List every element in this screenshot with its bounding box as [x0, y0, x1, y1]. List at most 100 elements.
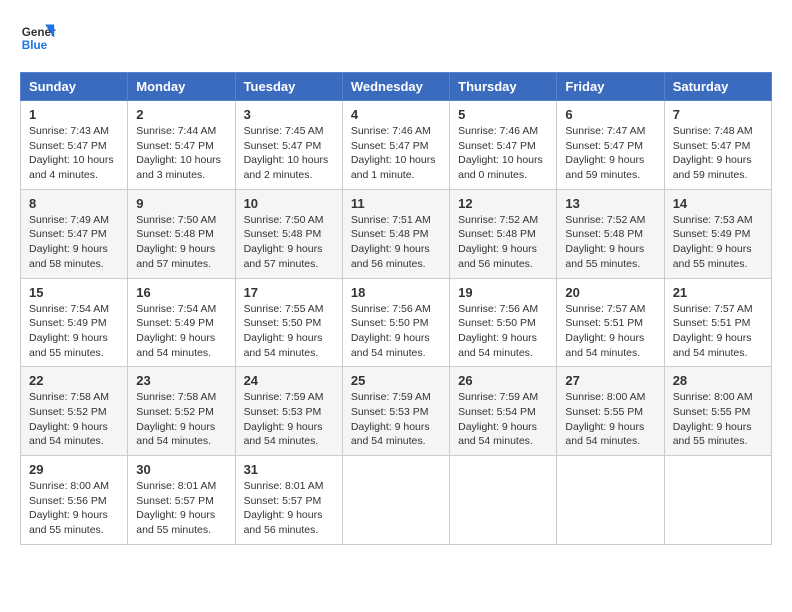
day-number: 25	[351, 373, 441, 388]
day-of-week-header: Tuesday	[235, 73, 342, 101]
day-number: 8	[29, 196, 119, 211]
calendar-cell: 20 Sunrise: 7:57 AMSunset: 5:51 PMDayligh…	[557, 278, 664, 367]
calendar-cell: 8 Sunrise: 7:49 AMSunset: 5:47 PMDaylight…	[21, 189, 128, 278]
calendar-cell: 1 Sunrise: 7:43 AMSunset: 5:47 PMDaylight…	[21, 101, 128, 190]
cell-details: Sunrise: 7:58 AMSunset: 5:52 PMDaylight:…	[136, 390, 226, 449]
calendar-cell: 6 Sunrise: 7:47 AMSunset: 5:47 PMDaylight…	[557, 101, 664, 190]
day-number: 7	[673, 107, 763, 122]
cell-details: Sunrise: 7:54 AMSunset: 5:49 PMDaylight:…	[29, 302, 119, 361]
cell-details: Sunrise: 7:50 AMSunset: 5:48 PMDaylight:…	[136, 213, 226, 272]
day-number: 13	[565, 196, 655, 211]
calendar-cell: 30 Sunrise: 8:01 AMSunset: 5:57 PMDayligh…	[128, 456, 235, 545]
cell-details: Sunrise: 7:51 AMSunset: 5:48 PMDaylight:…	[351, 213, 441, 272]
calendar-cell	[557, 456, 664, 545]
calendar-cell: 29 Sunrise: 8:00 AMSunset: 5:56 PMDayligh…	[21, 456, 128, 545]
day-number: 10	[244, 196, 334, 211]
calendar-week-row: 29 Sunrise: 8:00 AMSunset: 5:56 PMDayligh…	[21, 456, 772, 545]
cell-details: Sunrise: 7:56 AMSunset: 5:50 PMDaylight:…	[458, 302, 548, 361]
calendar-cell: 25Sunrise: 7:59 AMSunset: 5:53 PMDayligh…	[342, 367, 449, 456]
calendar-cell: 7 Sunrise: 7:48 AMSunset: 5:47 PMDaylight…	[664, 101, 771, 190]
cell-details: Sunrise: 7:46 AMSunset: 5:47 PMDaylight:…	[351, 124, 441, 183]
day-of-week-header: Saturday	[664, 73, 771, 101]
calendar-week-row: 15 Sunrise: 7:54 AMSunset: 5:49 PMDayligh…	[21, 278, 772, 367]
cell-details: Sunrise: 7:46 AMSunset: 5:47 PMDaylight:…	[458, 124, 548, 183]
page-header: General Blue	[20, 20, 772, 56]
cell-details: Sunrise: 7:57 AMSunset: 5:51 PMDaylight:…	[673, 302, 763, 361]
calendar-cell: 17 Sunrise: 7:55 AMSunset: 5:50 PMDayligh…	[235, 278, 342, 367]
calendar-cell: 16Sunrise: 7:54 AMSunset: 5:49 PMDayligh…	[128, 278, 235, 367]
day-number: 19	[458, 285, 548, 300]
calendar-cell: 22 Sunrise: 7:58 AMSunset: 5:52 PMDayligh…	[21, 367, 128, 456]
cell-details: Sunrise: 7:56 AMSunset: 5:50 PMDaylight:…	[351, 302, 441, 361]
calendar-cell: 9 Sunrise: 7:50 AMSunset: 5:48 PMDaylight…	[128, 189, 235, 278]
logo: General Blue	[20, 20, 56, 56]
cell-details: Sunrise: 7:47 AMSunset: 5:47 PMDaylight:…	[565, 124, 655, 183]
cell-details: Sunrise: 7:43 AMSunset: 5:47 PMDaylight:…	[29, 124, 119, 183]
day-number: 27	[565, 373, 655, 388]
day-number: 17	[244, 285, 334, 300]
day-number: 9	[136, 196, 226, 211]
day-number: 26	[458, 373, 548, 388]
logo-icon: General Blue	[20, 20, 56, 56]
day-number: 21	[673, 285, 763, 300]
day-of-week-header: Monday	[128, 73, 235, 101]
calendar-cell: 3 Sunrise: 7:45 AMSunset: 5:47 PMDaylight…	[235, 101, 342, 190]
cell-details: Sunrise: 7:50 AMSunset: 5:48 PMDaylight:…	[244, 213, 334, 272]
day-number: 6	[565, 107, 655, 122]
day-number: 3	[244, 107, 334, 122]
cell-details: Sunrise: 7:48 AMSunset: 5:47 PMDaylight:…	[673, 124, 763, 183]
calendar-cell: 5 Sunrise: 7:46 AMSunset: 5:47 PMDaylight…	[450, 101, 557, 190]
day-of-week-header: Thursday	[450, 73, 557, 101]
day-number: 11	[351, 196, 441, 211]
calendar-cell: 13 Sunrise: 7:52 AMSunset: 5:48 PMDayligh…	[557, 189, 664, 278]
day-number: 24	[244, 373, 334, 388]
cell-details: Sunrise: 7:53 AMSunset: 5:49 PMDaylight:…	[673, 213, 763, 272]
cell-details: Sunrise: 7:59 AMSunset: 5:54 PMDaylight:…	[458, 390, 548, 449]
day-number: 2	[136, 107, 226, 122]
calendar-cell: 26 Sunrise: 7:59 AMSunset: 5:54 PMDayligh…	[450, 367, 557, 456]
cell-details: Sunrise: 7:55 AMSunset: 5:50 PMDaylight:…	[244, 302, 334, 361]
cell-details: Sunrise: 7:57 AMSunset: 5:51 PMDaylight:…	[565, 302, 655, 361]
day-number: 15	[29, 285, 119, 300]
day-number: 29	[29, 462, 119, 477]
calendar-cell: 15 Sunrise: 7:54 AMSunset: 5:49 PMDayligh…	[21, 278, 128, 367]
calendar-cell: 31Sunrise: 8:01 AMSunset: 5:57 PMDayligh…	[235, 456, 342, 545]
day-number: 1	[29, 107, 119, 122]
day-number: 20	[565, 285, 655, 300]
cell-details: Sunrise: 7:52 AMSunset: 5:48 PMDaylight:…	[458, 213, 548, 272]
cell-details: Sunrise: 7:49 AMSunset: 5:47 PMDaylight:…	[29, 213, 119, 272]
cell-details: Sunrise: 8:00 AMSunset: 5:56 PMDaylight:…	[29, 479, 119, 538]
calendar-week-row: 1 Sunrise: 7:43 AMSunset: 5:47 PMDaylight…	[21, 101, 772, 190]
calendar-header-row: SundayMondayTuesdayWednesdayThursdayFrid…	[21, 73, 772, 101]
calendar-cell: 12Sunrise: 7:52 AMSunset: 5:48 PMDayligh…	[450, 189, 557, 278]
calendar-cell: 24 Sunrise: 7:59 AMSunset: 5:53 PMDayligh…	[235, 367, 342, 456]
cell-details: Sunrise: 7:52 AMSunset: 5:48 PMDaylight:…	[565, 213, 655, 272]
cell-details: Sunrise: 8:01 AMSunset: 5:57 PMDaylight:…	[136, 479, 226, 538]
cell-details: Sunrise: 7:54 AMSunset: 5:49 PMDaylight:…	[136, 302, 226, 361]
calendar-cell: 18 Sunrise: 7:56 AMSunset: 5:50 PMDayligh…	[342, 278, 449, 367]
cell-details: Sunrise: 7:44 AMSunset: 5:47 PMDaylight:…	[136, 124, 226, 183]
calendar-cell: 19 Sunrise: 7:56 AMSunset: 5:50 PMDayligh…	[450, 278, 557, 367]
cell-details: Sunrise: 8:01 AMSunset: 5:57 PMDaylight:…	[244, 479, 334, 538]
calendar-cell: 10 Sunrise: 7:50 AMSunset: 5:48 PMDayligh…	[235, 189, 342, 278]
day-of-week-header: Wednesday	[342, 73, 449, 101]
day-number: 14	[673, 196, 763, 211]
calendar-cell	[342, 456, 449, 545]
cell-details: Sunrise: 7:45 AMSunset: 5:47 PMDaylight:…	[244, 124, 334, 183]
day-number: 23	[136, 373, 226, 388]
svg-text:Blue: Blue	[22, 39, 48, 52]
calendar-cell: 11 Sunrise: 7:51 AMSunset: 5:48 PMDayligh…	[342, 189, 449, 278]
cell-details: Sunrise: 7:59 AMSunset: 5:53 PMDaylight:…	[244, 390, 334, 449]
calendar-cell: 23 Sunrise: 7:58 AMSunset: 5:52 PMDayligh…	[128, 367, 235, 456]
calendar-cell: 14 Sunrise: 7:53 AMSunset: 5:49 PMDayligh…	[664, 189, 771, 278]
cell-details: Sunrise: 7:58 AMSunset: 5:52 PMDaylight:…	[29, 390, 119, 449]
day-number: 30	[136, 462, 226, 477]
day-number: 5	[458, 107, 548, 122]
calendar-table: SundayMondayTuesdayWednesdayThursdayFrid…	[20, 72, 772, 545]
day-number: 22	[29, 373, 119, 388]
calendar-cell: 28 Sunrise: 8:00 AMSunset: 5:55 PMDayligh…	[664, 367, 771, 456]
cell-details: Sunrise: 8:00 AMSunset: 5:55 PMDaylight:…	[673, 390, 763, 449]
cell-details: Sunrise: 8:00 AMSunset: 5:55 PMDaylight:…	[565, 390, 655, 449]
day-number: 18	[351, 285, 441, 300]
day-number: 28	[673, 373, 763, 388]
